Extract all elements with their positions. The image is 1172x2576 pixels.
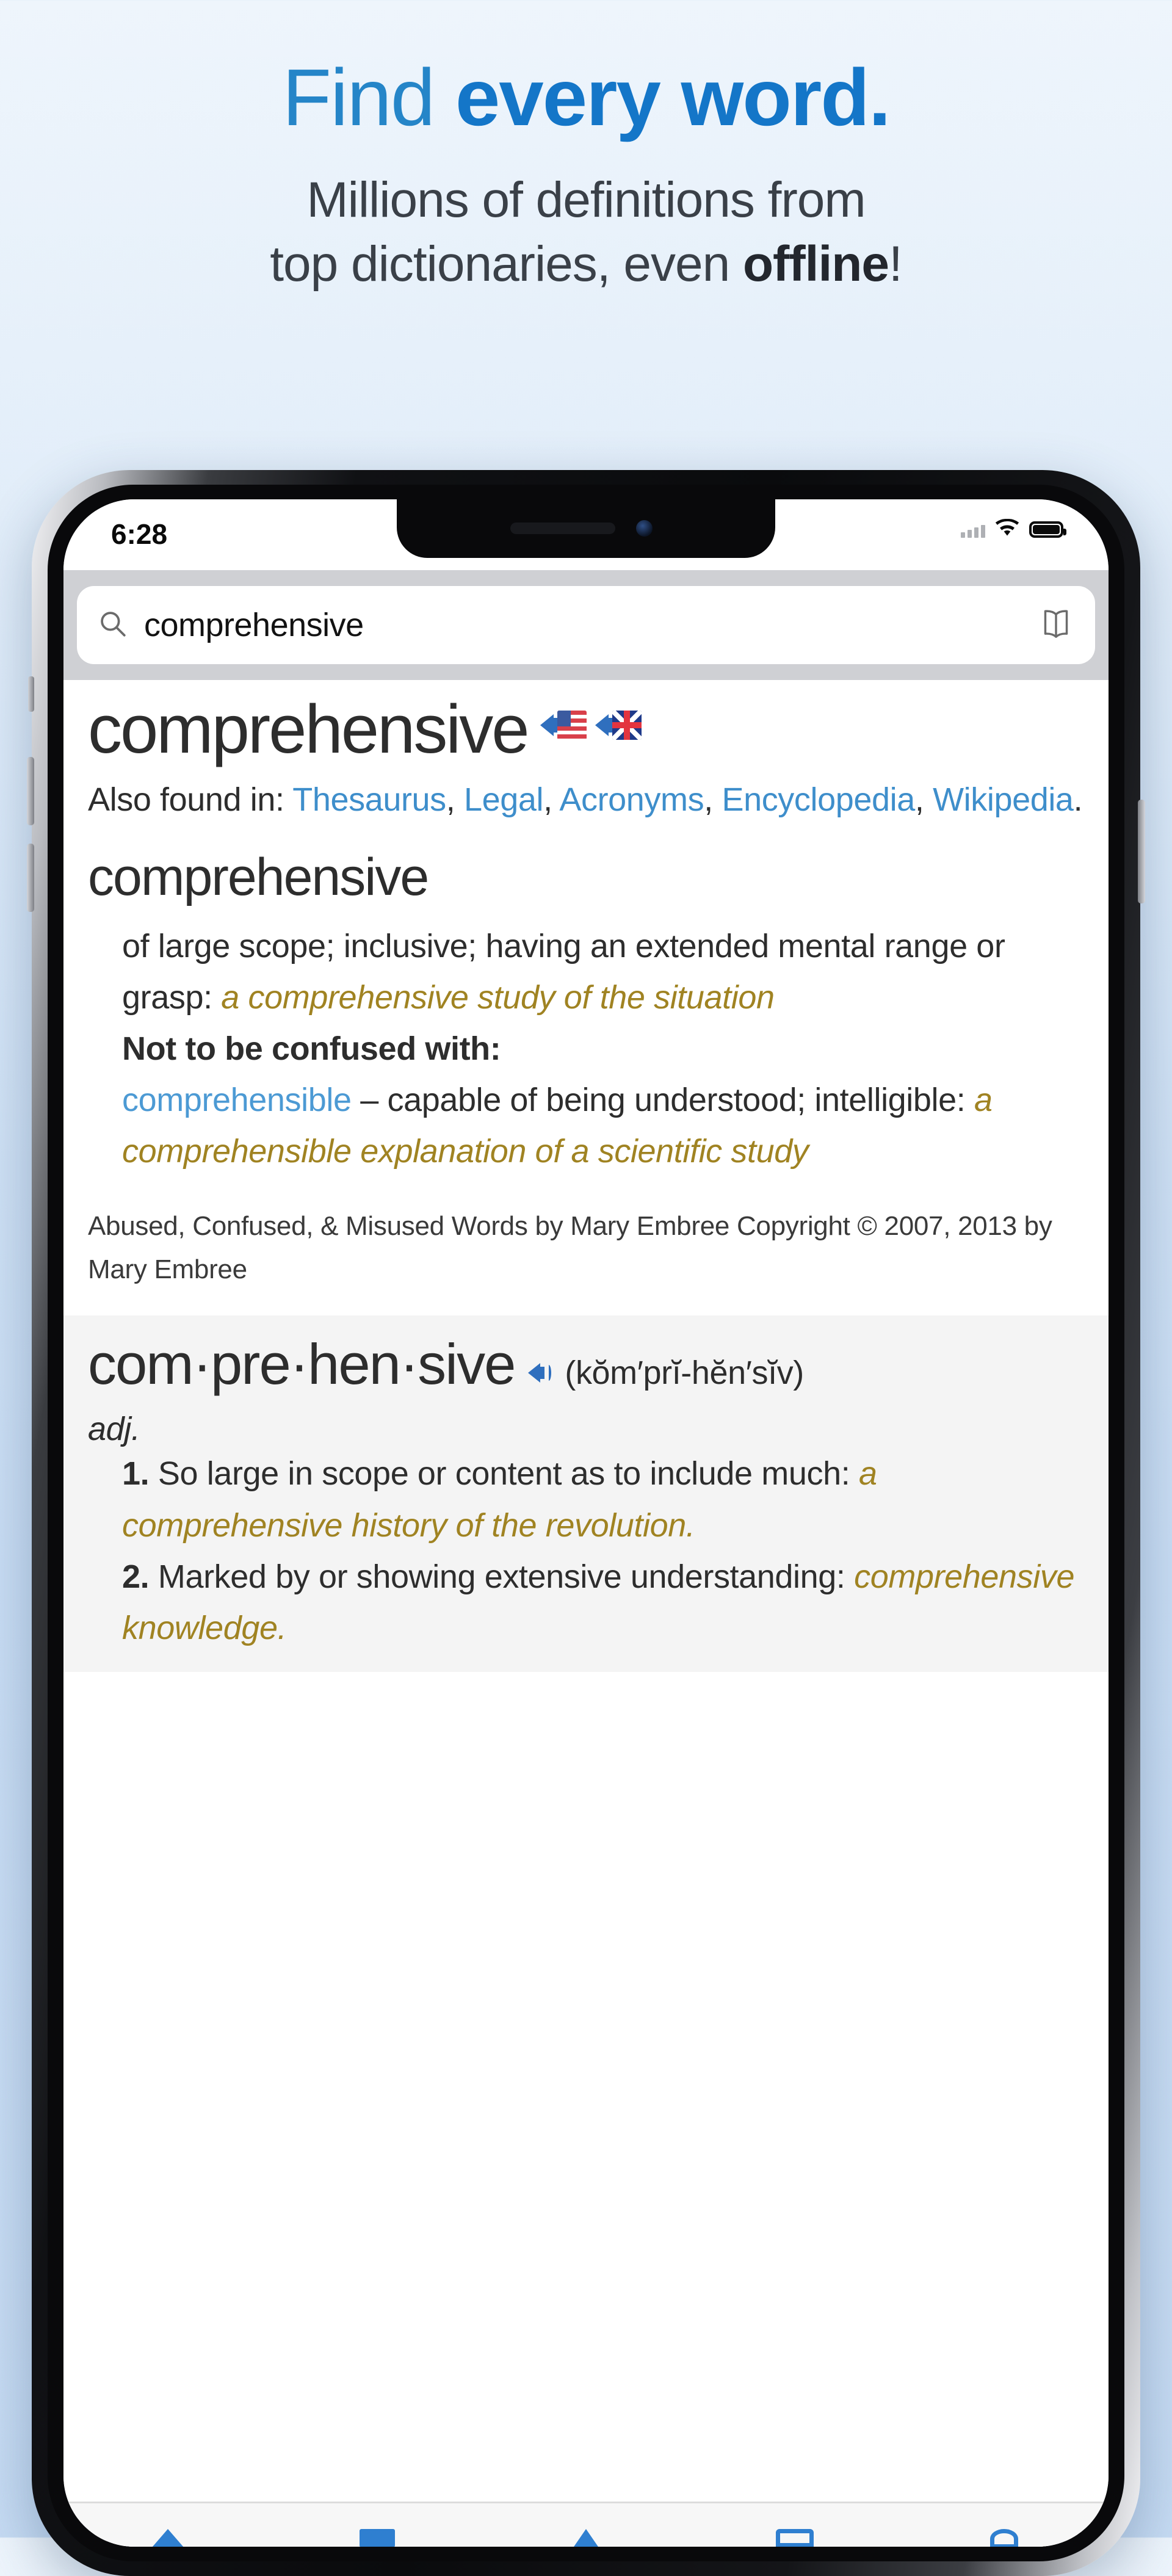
link-thesaurus[interactable]: Thesaurus xyxy=(292,781,446,818)
promo-sub-line2-pre: top dictionaries, even xyxy=(270,236,743,292)
also-found-in: Also found in: Thesaurus, Legal, Acronym… xyxy=(88,781,1083,818)
home-icon[interactable] xyxy=(143,2529,192,2547)
status-bar: 6:28 xyxy=(63,499,1109,570)
entry1-headword: comprehensive xyxy=(88,691,529,767)
search-icon xyxy=(98,609,128,642)
battery-icon xyxy=(1029,521,1066,538)
speaker-icon[interactable] xyxy=(528,1361,556,1385)
entry2-part-of-speech: adj. xyxy=(88,1411,140,1448)
promo-header: Find every word. Millions of definitions… xyxy=(0,0,1172,464)
flashcards-icon[interactable] xyxy=(770,2529,819,2547)
confusable-gloss: – capable of being understood; intelligi… xyxy=(351,1082,974,1119)
power-button[interactable] xyxy=(1138,800,1145,903)
phone-screen: 6:28 comprehensive comprehensive Also fo… xyxy=(63,499,1109,2547)
search-bar-container: comprehensive xyxy=(63,570,1109,680)
search-bar[interactable]: comprehensive xyxy=(77,586,1095,664)
status-indicators xyxy=(961,518,1066,540)
settings-gear-icon[interactable] xyxy=(980,2529,1029,2547)
entry2-pronunciation: (kŏm′prĭ-hĕn′sĭv) xyxy=(565,1355,804,1392)
front-camera-icon xyxy=(636,520,653,537)
promo-sub-line2-bold: offline xyxy=(742,236,889,292)
link-acronyms[interactable]: Acronyms xyxy=(559,781,704,818)
entry1-headword-row: comprehensive xyxy=(88,693,1084,766)
earpiece-speaker-icon xyxy=(510,523,615,534)
entry2-sense-1: 1. So large in scope or content as to in… xyxy=(88,1448,1084,1550)
speaker-us-flag-icon[interactable] xyxy=(540,708,587,743)
headline-plain: Find xyxy=(282,52,455,142)
status-time: 6:28 xyxy=(111,518,168,550)
entry1-definition: of large scope; inclusive; having an ext… xyxy=(122,921,1084,1023)
entry1-subhead: comprehensive xyxy=(88,848,429,907)
confusable-word[interactable]: comprehensible xyxy=(122,1082,352,1118)
wifi-icon xyxy=(995,518,1019,540)
dictionary-content[interactable]: comprehensive Also found in: Thesaurus, … xyxy=(63,680,1109,2547)
also-found-label: Also found in: xyxy=(88,781,293,818)
audio-flags xyxy=(540,708,642,743)
signal-bars-icon xyxy=(961,522,985,538)
promo-sub-line2-post: ! xyxy=(888,236,903,292)
book-icon[interactable] xyxy=(1038,607,1074,644)
link-wikipedia[interactable]: Wikipedia xyxy=(933,781,1074,818)
sense-1-text: So large in scope or content as to inclu… xyxy=(157,1455,859,1492)
link-encyclopedia[interactable]: Encyclopedia xyxy=(722,781,915,818)
entry2-headword-row: com·pre·hen·sive (kŏm′prĭ-hĕn′sĭv) xyxy=(88,1331,1084,1397)
speaker-uk-flag-icon[interactable] xyxy=(595,708,642,743)
entry-abused-confused-misused: comprehensive Also found in: Thesaurus, … xyxy=(63,680,1109,1316)
entry1-credit: Abused, Confused, & Misused Words by Mar… xyxy=(88,1210,1052,1284)
promo-headline: Find every word. xyxy=(282,52,891,142)
entry2-headword: com·pre·hen·sive xyxy=(88,1332,516,1397)
entry1-definition-block: of large scope; inclusive; having an ext… xyxy=(88,921,1084,1178)
list-icon[interactable] xyxy=(353,2529,402,2547)
notch xyxy=(397,499,775,558)
sense-2-number: 2. xyxy=(122,1558,150,1595)
search-input[interactable]: comprehensive xyxy=(144,606,1022,644)
entry1-definition-example: a comprehensive study of the situation xyxy=(221,979,775,1016)
headline-period: . xyxy=(868,52,891,142)
mute-switch-button[interactable] xyxy=(28,676,34,712)
volume-up-button[interactable] xyxy=(27,757,34,825)
entry2-sense-2: 2. Marked by or showing extensive unders… xyxy=(88,1551,1084,1654)
entry-american-heritage: com·pre·hen·sive (kŏm′prĭ-hĕn′sĭv) adj. 1… xyxy=(63,1315,1109,1673)
promo-subheadline: Millions of definitions from top diction… xyxy=(270,168,902,297)
sense-2-text: Marked by or showing extensive understan… xyxy=(157,1558,855,1595)
link-legal[interactable]: Legal xyxy=(464,781,544,818)
promo-sub-line2: top dictionaries, even offline! xyxy=(270,233,902,297)
entry1-confusable: comprehensible – capable of being unders… xyxy=(122,1074,1084,1177)
promo-sub-line1: Millions of definitions from xyxy=(306,172,866,228)
sense-1-number: 1. xyxy=(122,1455,150,1492)
phone-mockup: 6:28 comprehensive comprehensive Also fo… xyxy=(27,470,1145,2576)
not-to-be-confused-label: Not to be confused with: xyxy=(122,1030,501,1068)
headline-highlight: every word xyxy=(455,52,870,142)
share-up-icon[interactable] xyxy=(562,2529,610,2547)
bottom-toolbar[interactable] xyxy=(63,2502,1109,2547)
volume-down-button[interactable] xyxy=(27,844,34,912)
